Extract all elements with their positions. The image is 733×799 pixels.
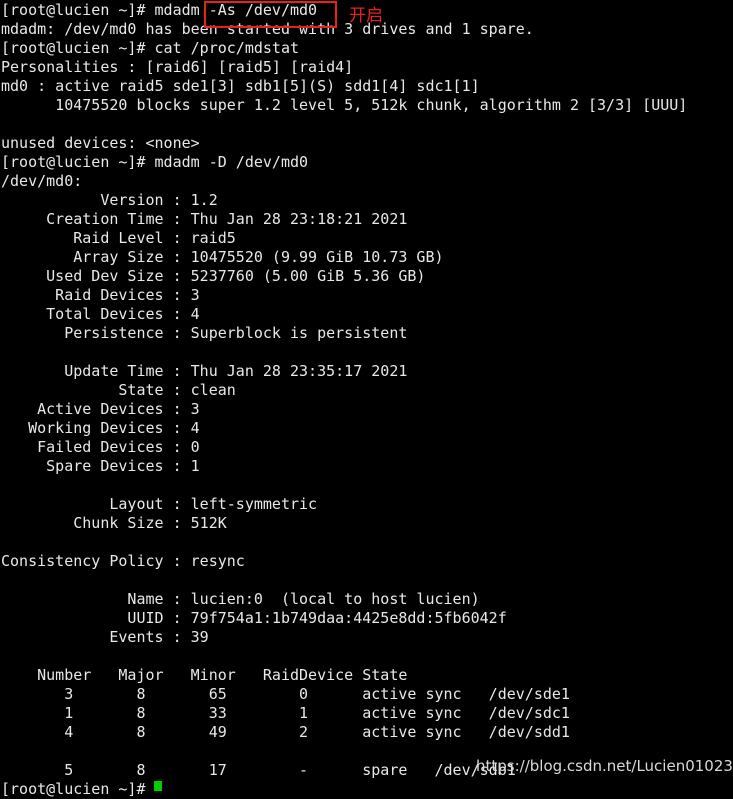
terminal-line: Persistence : Superblock is persistent [1,324,408,342]
terminal-line: Total Devices : 4 [1,305,200,323]
terminal-line: Raid Level : raid5 [1,229,236,247]
terminal-line: [root@lucien ~]# mdadm -D /dev/md0 [1,153,309,171]
terminal-line: State : clean [1,381,236,399]
terminal-line: 3 8 65 0 active sync /dev/sde1 [1,685,570,703]
highlight-box [204,1,337,28]
terminal-line: Version : 1.2 [1,191,218,209]
terminal-line: 4 8 49 2 active sync /dev/sdd1 [1,723,570,741]
terminal-line: Array Size : 10475520 (9.99 GiB 10.73 GB… [1,248,444,266]
terminal-cursor [154,781,162,791]
terminal-line: /dev/md0: [1,172,83,190]
terminal-line: Personalities : [raid6] [raid5] [raid4] [1,58,354,76]
terminal-line: Raid Devices : 3 [1,286,200,304]
terminal-window[interactable]: [root@lucien ~]# mdadm -As /dev/md0 mdadm… [0,0,733,798]
terminal-line: Chunk Size : 512K [1,514,227,532]
terminal-line: unused devices: <none> [1,134,200,152]
terminal-line: 10475520 blocks super 1.2 level 5, 512k … [1,96,688,114]
terminal-line: Consistency Policy : resync [1,552,245,570]
terminal-line: Number Major Minor RaidDevice State [1,666,408,684]
annotation-label: 开启 [349,6,383,26]
terminal-line: Creation Time : Thu Jan 28 23:18:21 2021 [1,210,408,228]
terminal-line: Spare Devices : 1 [1,457,200,475]
terminal-line: md0 : active raid5 sde1[3] sdb1[5](S) sd… [1,77,480,95]
terminal-line: Name : lucien:0 (local to host lucien) [1,590,480,608]
terminal-line: 1 8 33 1 active sync /dev/sdc1 [1,704,570,722]
terminal-line: [root@lucien ~]# cat /proc/mdstat [1,39,300,57]
terminal-line: Update Time : Thu Jan 28 23:35:17 2021 [1,362,408,380]
terminal-line: [root@lucien ~]# [1,780,155,798]
terminal-line: Working Devices : 4 [1,419,200,437]
terminal-line: UUID : 79f754a1:1b749daa:4425e8dd:5fb604… [1,609,507,627]
terminal-line: Layout : left-symmetric [1,495,318,513]
terminal-line: Failed Devices : 0 [1,438,200,456]
terminal-line: Used Dev Size : 5237760 (5.00 GiB 5.36 G… [1,267,426,285]
terminal-line: Events : 39 [1,628,209,646]
terminal-line: Active Devices : 3 [1,400,200,418]
terminal-line: 5 8 17 - spare /dev/sdb1 [1,761,516,779]
watermark-text: https://blog.csdn.net/Lucien010230 [476,757,733,775]
